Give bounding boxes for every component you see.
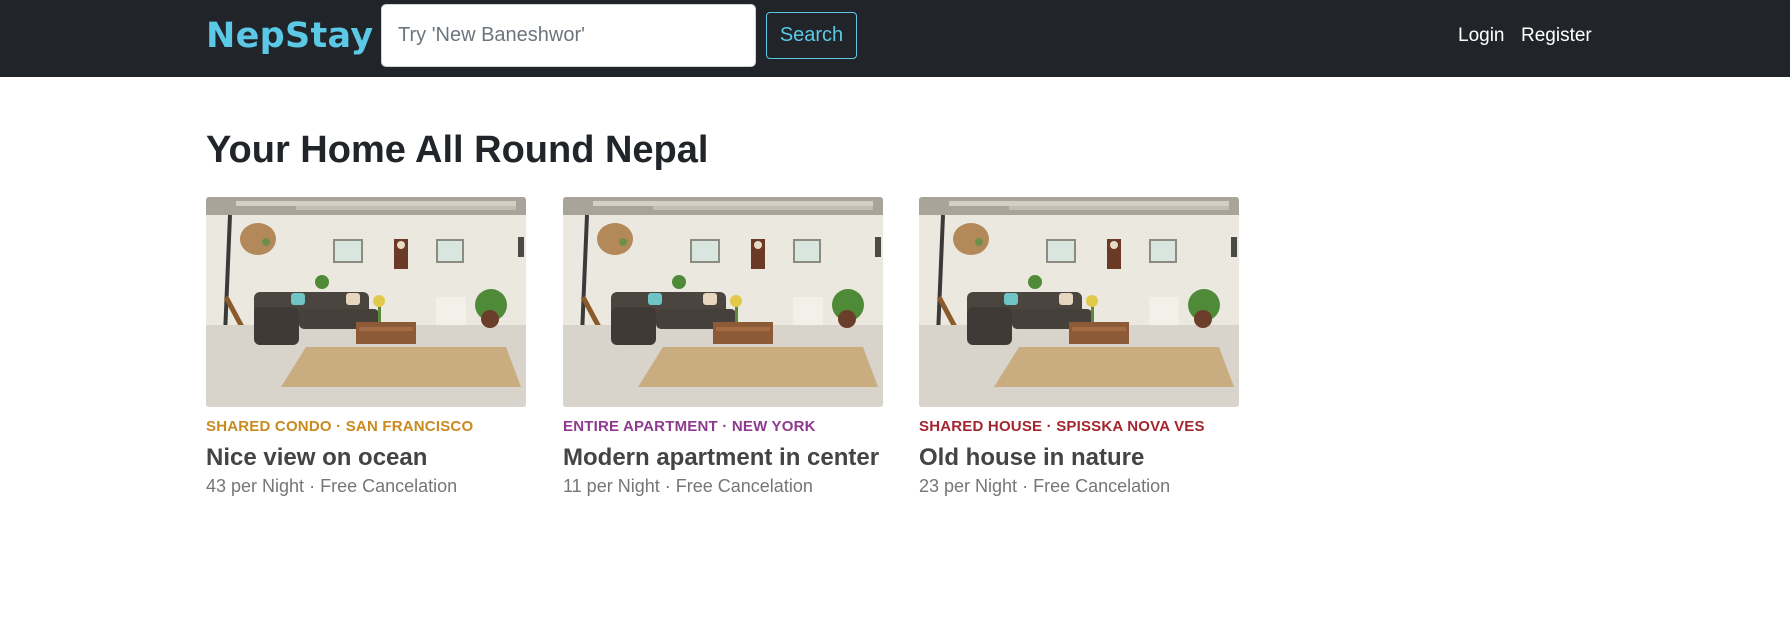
listing-subtitle: SHARED HOUSE · SPISSKA NOVA VES (919, 417, 1205, 437)
listing-title[interactable]: Old house in nature (919, 442, 1144, 474)
listing-title[interactable]: Nice view on ocean (206, 442, 427, 474)
listing-type: ENTIRE APARTMENT (563, 418, 718, 435)
subtitle-separator: · (336, 418, 342, 435)
listing-card[interactable]: ENTIRE APARTMENT · NEW YORK Modern apart… (563, 197, 883, 507)
top-navbar: NepStay Search Login Register (0, 0, 1790, 77)
search-input[interactable] (381, 4, 756, 67)
listing-title[interactable]: Modern apartment in center (563, 442, 879, 474)
living-room-photo[interactable] (206, 197, 526, 407)
page-title: Your Home All Round Nepal (206, 129, 709, 171)
subtitle-separator: · (722, 418, 728, 435)
living-room-photo[interactable] (919, 197, 1239, 407)
listing-location: SAN FRANCISCO (345, 418, 474, 435)
listing-location: NEW YORK (731, 418, 816, 435)
meta-separator: · (664, 476, 671, 496)
listing-meta: 11 per Night · Free Cancelation (563, 474, 813, 498)
listing-price: 11 per Night (563, 476, 660, 496)
listing-cancelation: Free Cancelation (675, 476, 813, 496)
register-link[interactable]: Register (1521, 23, 1592, 49)
meta-separator: · (1022, 476, 1029, 496)
listing-meta: 23 per Night · Free Cancelation (919, 474, 1170, 498)
search-button[interactable]: Search (766, 12, 857, 59)
listing-subtitle: ENTIRE APARTMENT · NEW YORK (563, 417, 816, 437)
listing-meta: 43 per Night · Free Cancelation (206, 474, 457, 498)
listing-type: SHARED CONDO (206, 418, 332, 435)
listing-location: SPISSKA NOVA VES (1056, 418, 1205, 435)
listing-subtitle: SHARED CONDO · SAN FRANCISCO (206, 417, 473, 437)
listing-cancelation: Free Cancelation (1033, 476, 1171, 496)
listing-card[interactable]: SHARED HOUSE · SPISSKA NOVA VES Old hous… (919, 197, 1239, 507)
listing-card[interactable]: SHARED CONDO · SAN FRANCISCO Nice view o… (206, 197, 526, 507)
brand-logo-link[interactable]: NepStay (206, 14, 373, 58)
living-room-photo[interactable] (563, 197, 883, 407)
listing-price: 43 per Night (206, 476, 305, 496)
login-link[interactable]: Login (1458, 23, 1505, 49)
subtitle-separator: · (1046, 418, 1052, 435)
meta-separator: · (309, 476, 316, 496)
listing-type: SHARED HOUSE (919, 418, 1043, 435)
listing-cancelation: Free Cancelation (320, 476, 458, 496)
listing-price: 23 per Night (919, 476, 1018, 496)
